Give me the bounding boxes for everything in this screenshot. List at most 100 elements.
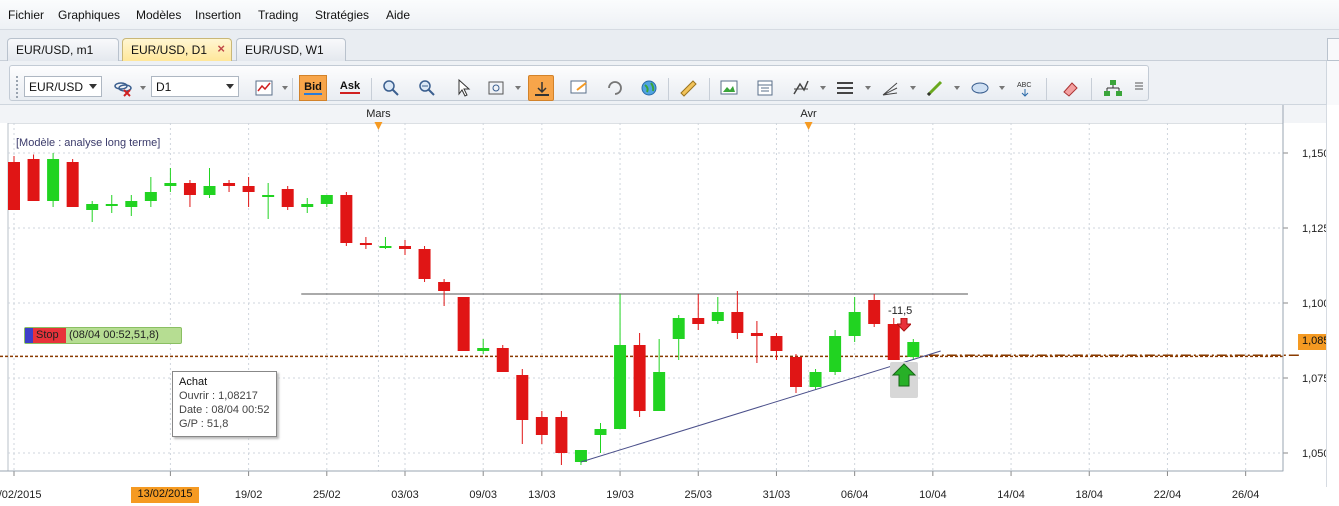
chevron-down-icon[interactable] [954,86,960,90]
picture-icon [720,80,738,95]
auto-scroll-icon [535,82,549,96]
buy-arrow-button[interactable] [890,362,918,398]
candle[interactable] [66,159,79,207]
menu-trading[interactable]: Trading [258,8,298,22]
ruler-icon [680,80,697,97]
tab-label: EUR/USD, W1 [245,43,324,57]
toolbar-area: EUR/USD D1 Bid Ask ABC [0,61,1339,105]
candle-body [633,345,646,411]
x-tick-label: 10/04 [919,489,947,501]
ask-button[interactable]: Ask [336,75,364,101]
candle-body [8,162,20,210]
chart-area[interactable]: Mars Avr 03/02/2015 19/02 25/02 03/03 09/03 13… [0,105,1339,503]
tab-scroll-button[interactable] [1327,38,1339,61]
highlighted-date-label: 13/02/2015 [131,487,199,503]
toolbar-separator [709,78,710,100]
toolbar-separator [1046,78,1047,100]
instrument-remove-button[interactable] [110,75,136,101]
zoom-out-button[interactable] [414,75,440,101]
tab-eurusd-d1[interactable]: EUR/USD, D1 × [122,38,232,61]
candle[interactable] [907,339,920,360]
candle[interactable] [8,156,20,210]
toolbar-overflow-icon[interactable] [1134,80,1144,94]
x-tick-label: 19/02 [235,489,263,501]
candle-body [848,312,861,336]
candle[interactable] [633,333,646,417]
chevron-down-icon[interactable] [820,86,826,90]
zoom-box-button[interactable] [484,75,510,101]
candlestick-chart[interactable]: Mars Avr 03/02/2015 19/02 25/02 03/03 09/03 13… [0,105,1339,503]
eraser-button[interactable] [1057,75,1083,101]
menu-graphiques[interactable]: Graphiques [58,8,120,22]
candle-body [711,312,724,321]
candle-body [535,417,548,435]
chart-settings-button[interactable] [566,75,592,101]
instrument-select[interactable]: EUR/USD [24,76,102,97]
refresh-button[interactable] [602,75,628,101]
candle[interactable] [27,154,40,202]
toolbar-separator [1091,78,1092,100]
chevron-down-icon[interactable] [515,86,521,90]
tab-eurusd-m1[interactable]: EUR/USD, m1 [7,38,119,61]
chevron-down-icon[interactable] [999,86,1005,90]
menu-aide[interactable]: Aide [386,8,410,22]
menu-modeles[interactable]: Modèles [136,8,181,22]
stop-label: Stop [33,328,66,343]
candle[interactable] [809,369,822,390]
text-label-button[interactable]: ABC [1012,75,1038,101]
menu-strategies[interactable]: Stratégies [315,8,369,22]
chart-type-button[interactable] [251,75,277,101]
zoom-box-icon [488,81,504,95]
x-tick-label: 09/03 [469,489,497,501]
zoom-in-button[interactable] [378,75,404,101]
tab-eurusd-w1[interactable]: EUR/USD, W1 [236,38,346,61]
menu-insertion[interactable]: Insertion [195,8,241,22]
chart-type-icon [255,80,273,96]
stop-order-label[interactable]: Stop (08/04 00:52,51,8) [24,327,182,344]
candle-body [750,333,763,336]
menu-fichier[interactable]: Fichier [8,8,44,22]
period-select[interactable]: D1 [151,76,239,97]
month-strip [0,105,1326,123]
candle[interactable] [418,246,431,282]
x-tick-label: 26/04 [1232,489,1260,501]
bid-button[interactable]: Bid [299,75,327,101]
candle-body [164,183,177,186]
ellipse-button[interactable] [967,75,993,101]
cursor-button[interactable] [450,75,476,101]
x-tick-label: 19/03 [606,489,634,501]
toolbar-separator [668,78,669,100]
candle[interactable] [47,153,60,207]
fan-button[interactable] [877,75,903,101]
pl-badge: -11,5 [888,305,913,317]
candle[interactable] [281,186,294,210]
candle-body [653,372,666,411]
menu-bar: Fichier Graphiques Modèles Insertion Tra… [0,0,1339,30]
chevron-down-icon[interactable] [140,86,146,90]
indicators-button[interactable] [788,75,814,101]
candle[interactable] [457,297,470,351]
x-tick-label: 03/03 [391,489,419,501]
ruler-button[interactable] [675,75,701,101]
chevron-down-icon[interactable] [282,86,288,90]
tooltip-pl: G/P : 51,8 [179,418,229,430]
period-value: D1 [156,80,172,94]
toolbar-grip[interactable] [16,76,20,98]
candle[interactable] [496,345,509,372]
candle-body [27,159,40,201]
auto-scroll-button[interactable] [528,75,554,101]
hierarchy-button[interactable] [1100,75,1126,101]
draw-line-button[interactable] [922,75,948,101]
chevron-down-icon[interactable] [865,86,871,90]
globe-button[interactable] [636,75,662,101]
candle-body [594,429,607,435]
screenshot-button[interactable] [716,75,742,101]
lines-button[interactable] [832,75,858,101]
chevron-down-icon[interactable] [910,86,916,90]
template-button[interactable] [752,75,778,101]
link-remove-icon [114,82,132,97]
candle[interactable] [829,330,842,375]
candle[interactable] [340,192,353,246]
sell-arrow-icon[interactable] [895,317,913,335]
close-tab-icon[interactable]: × [217,41,225,56]
